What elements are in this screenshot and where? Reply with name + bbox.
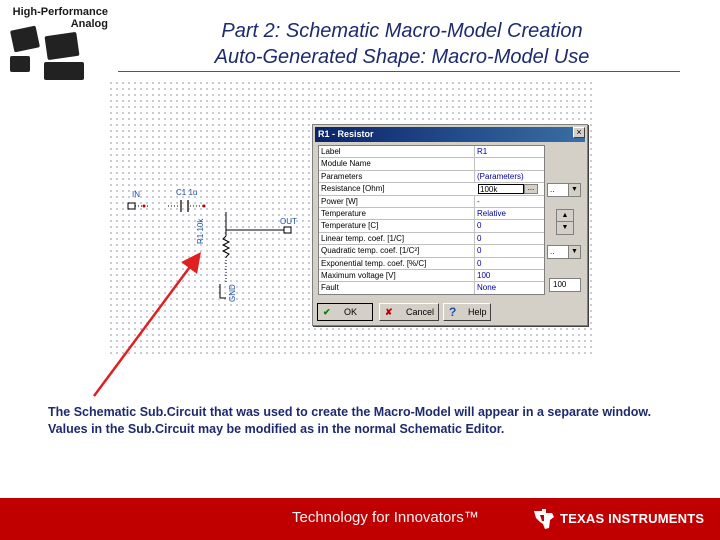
page-title: Part 2: Schematic Macro-Model Creation A… <box>122 18 682 70</box>
unit-combo-1[interactable]: .. ▼ <box>547 183 581 197</box>
side-value-field[interactable]: 100 <box>549 278 581 292</box>
chip-icon <box>44 62 84 80</box>
property-row-fault[interactable]: Fault None <box>319 282 544 294</box>
ok-button[interactable]: ✔ OK <box>317 303 373 321</box>
property-row-max-voltage[interactable]: Maximum voltage [V] 100 <box>319 270 544 283</box>
title-divider <box>118 71 680 72</box>
title-line2: Auto-Generated Shape: Macro-Model Use <box>214 46 590 68</box>
property-grid[interactable]: Label R1 Module Name Parameters (Parameter… <box>318 145 545 295</box>
property-row-parameters[interactable]: Parameters (Parameters) <box>319 171 544 184</box>
high-performance-analog-logo: High-Performance Analog <box>4 4 112 84</box>
property-row-exponential-coef[interactable]: Exponential temp. coef. [%/C] 0 <box>319 258 544 270</box>
property-row-temperature[interactable]: Temperature Relative <box>319 208 544 221</box>
close-icon[interactable]: × <box>573 127 585 138</box>
checkmark-icon: ✔ <box>323 307 331 317</box>
cancel-button[interactable]: ✘ Cancel <box>379 303 439 321</box>
property-row-temperature-c[interactable]: Temperature [C] 0 <box>319 220 544 233</box>
chip-icon <box>9 25 41 53</box>
unit-combo-2[interactable]: .. ▼ <box>547 245 581 259</box>
spin-down-icon[interactable]: ▼ <box>557 222 573 234</box>
property-row-quadratic-coef[interactable]: Quadratic temp. coef. [1/C²] 0 <box>319 245 544 258</box>
cross-icon: ✘ <box>385 307 393 317</box>
dialog-title-bar[interactable]: R1 - Resistor <box>315 127 585 142</box>
chip-icon <box>10 56 30 72</box>
footer-tagline: Technology for Innovators™ <box>292 509 479 526</box>
property-row-power[interactable]: Power [W] - <box>319 196 544 208</box>
chevron-down-icon[interactable]: ▼ <box>568 184 580 196</box>
spin-up-icon[interactable]: ▲ <box>557 210 573 222</box>
capacitor-label: C1 1u <box>176 188 198 197</box>
property-row-label[interactable]: Label R1 <box>319 146 544 159</box>
footer-bar: Technology for Innovators™ TEXAS INSTRUM… <box>0 498 720 540</box>
ti-company-name: TEXAS INSTRUMENTS <box>560 511 705 526</box>
question-mark-icon: ? <box>449 305 457 319</box>
slide-caption: The Schematic Sub.Circuit that was used … <box>48 405 652 436</box>
chip-icon <box>44 31 80 61</box>
value-spinner[interactable]: ▲ ▼ <box>556 209 574 235</box>
logo-line1: High-Performance <box>12 6 108 18</box>
in-label: IN <box>132 190 140 199</box>
title-line1: Part 2: Schematic Macro-Model Creation <box>221 20 583 42</box>
gnd-label: GND <box>228 284 237 302</box>
resistance-input[interactable]: 100k <box>478 184 524 195</box>
chevron-down-icon[interactable]: ▼ <box>568 246 580 258</box>
dialog-title: R1 - Resistor <box>318 129 374 139</box>
property-row-linear-coef[interactable]: Linear temp. coef. [1/C] 0 <box>319 233 544 246</box>
resistor-label: R1 10k <box>196 218 205 244</box>
out-label: OUT <box>280 217 297 226</box>
ti-logo-icon <box>534 509 554 529</box>
ellipsis-button[interactable]: ... <box>524 184 538 195</box>
property-row-resistance[interactable]: Resistance [Ohm] 100k ... <box>319 183 544 196</box>
property-row-module-name[interactable]: Module Name <box>319 158 544 171</box>
help-button[interactable]: ? Help <box>443 303 491 321</box>
resistor-properties-dialog[interactable]: R1 - Resistor × Label R1 Module Name Para… <box>312 124 588 326</box>
